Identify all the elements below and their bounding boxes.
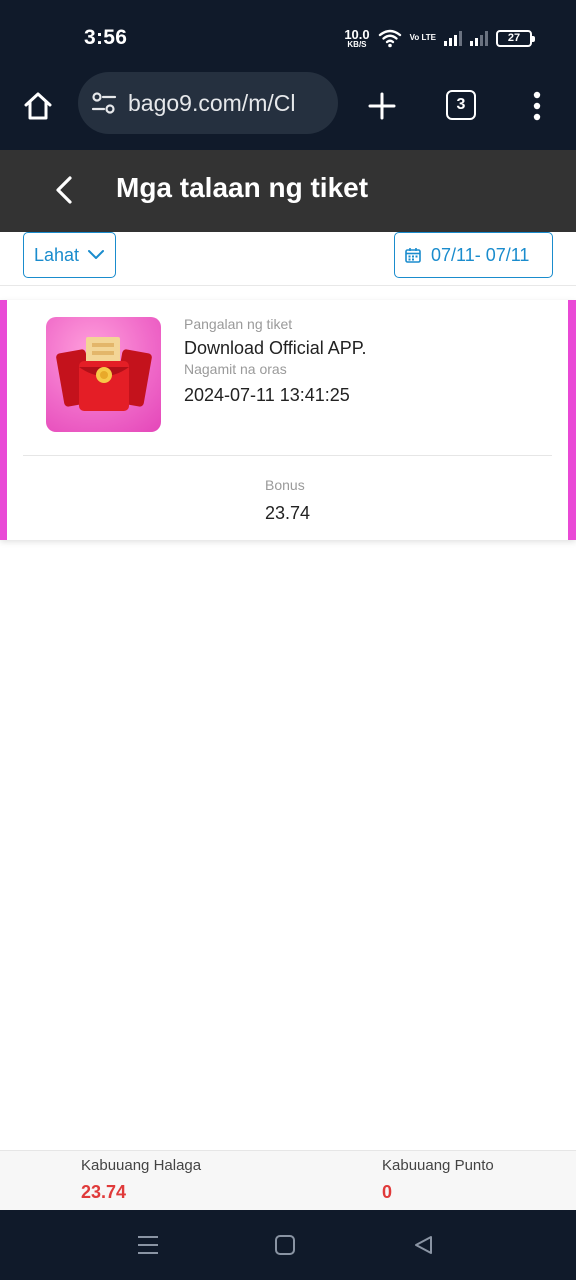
system-nav-bar: [0, 1210, 576, 1280]
bonus-label: Bonus: [265, 477, 305, 493]
used-time-label: Nagamit na oras: [184, 361, 287, 377]
network-speed-value: 10.0: [344, 26, 370, 42]
total-points-label: Kabuuang Punto: [382, 1157, 494, 1174]
chevron-down-icon: [88, 250, 105, 259]
volte-indicator: Vo LTE: [409, 33, 436, 42]
home-button[interactable]: [18, 86, 58, 126]
page-header: Mga talaan ng tiket: [0, 150, 576, 232]
red-envelope-image: [46, 317, 161, 432]
calendar-icon: [405, 248, 421, 263]
status-bar: 3:56 10.0 KB/S Vo LTE 27: [0, 0, 576, 72]
ticket-name-label: Pangalan ng tiket: [184, 316, 293, 332]
chevron-left-icon: [56, 176, 72, 204]
ticket-name: Download Official APP.: [184, 338, 367, 358]
red-envelope-icon: [56, 337, 152, 411]
back-button[interactable]: [46, 172, 82, 208]
browser-toolbar: bago9.com/m/Cl 3: [0, 72, 576, 150]
square-icon: [275, 1235, 295, 1255]
battery-icon: 27: [496, 29, 535, 47]
totals-bar: Kabuuang Halaga 23.74 Kabuuang Punto 0: [0, 1150, 576, 1210]
ticket-type-label: Lahat: [34, 244, 80, 265]
status-time: 3:56: [84, 26, 128, 49]
home-icon: [24, 92, 52, 120]
ticket-type-select[interactable]: Lahat: [23, 232, 116, 278]
ticket-record-card: Pangalan ng tiket Download Official APP.…: [0, 300, 576, 540]
ticket-info: Pangalan ng tiket Download Official APP.…: [184, 316, 366, 406]
recents-button[interactable]: [133, 1230, 163, 1260]
status-icons: 10.0 KB/S Vo LTE 27: [344, 24, 535, 52]
more-vert-icon: [533, 91, 541, 121]
card-divider: [23, 455, 552, 456]
address-bar[interactable]: bago9.com/m/Cl: [78, 72, 338, 134]
signal-icon: [444, 30, 462, 46]
network-speed: 10.0 KB/S: [344, 28, 369, 49]
new-tab-button[interactable]: [362, 86, 402, 126]
page-title: Mga talaan ng tiket: [116, 172, 369, 203]
home-nav-button[interactable]: [270, 1230, 300, 1260]
network-speed-unit: KB/S: [347, 39, 367, 49]
back-nav-button[interactable]: [408, 1230, 438, 1260]
used-time-value: 2024-07-11 13:41:25: [184, 385, 350, 405]
date-range-label: 07/11- 07/11: [431, 244, 530, 265]
total-amount-value: 23.74: [81, 1182, 127, 1202]
url-text[interactable]: bago9.com/m/Cl: [128, 90, 295, 117]
tab-switcher-button[interactable]: 3: [446, 90, 476, 120]
filter-row: Lahat 07/11- 07/11: [0, 232, 576, 286]
plus-icon: [368, 92, 396, 120]
date-range-button[interactable]: 07/11- 07/11: [394, 232, 553, 278]
total-points-value: 0: [382, 1182, 393, 1202]
total-amount-label: Kabuuang Halaga: [81, 1157, 202, 1174]
wifi-icon: [378, 29, 401, 48]
browser-menu-button[interactable]: [522, 86, 552, 126]
triangle-back-icon: [415, 1236, 432, 1254]
signal-icon-2: [470, 30, 488, 46]
menu-lines-icon: [138, 1236, 158, 1254]
bonus-value: 23.74: [265, 503, 311, 523]
site-settings-icon[interactable]: [90, 89, 118, 117]
